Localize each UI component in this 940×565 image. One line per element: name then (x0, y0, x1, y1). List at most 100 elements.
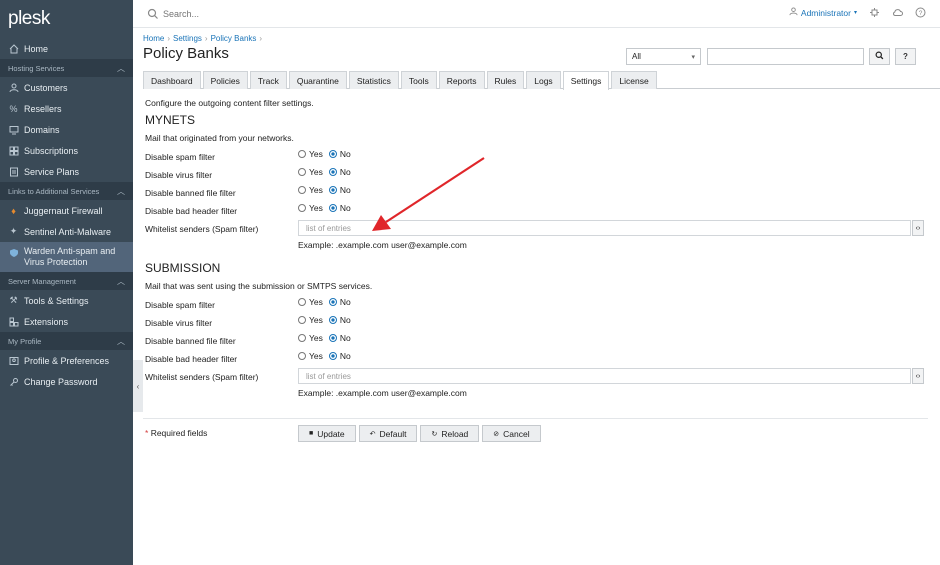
chevron-left-icon: ‹ (136, 381, 140, 391)
breadcrumb-home[interactable]: Home (143, 34, 164, 43)
field-label: Disable spam filter (145, 152, 215, 162)
sidebar-item-warden[interactable]: Warden Anti-spam and Virus Protection (0, 242, 133, 272)
radio-yes[interactable]: Yes (298, 351, 323, 361)
sidebar-item-profile-preferences[interactable]: Profile & Preferences (0, 350, 133, 371)
radio-label: Yes (309, 203, 323, 213)
sidebar-collapse-handle[interactable]: ‹ (133, 360, 143, 412)
radio-circle (298, 150, 306, 158)
breadcrumb-settings[interactable]: Settings (173, 34, 202, 43)
filter-input[interactable] (707, 48, 864, 65)
sidebar-item-label: Extensions (24, 316, 69, 327)
tab-dashboard[interactable]: Dashboard (143, 71, 201, 89)
sidebar-item-sentinel-anti-malware[interactable]: ✦ Sentinel Anti-Malware (0, 221, 133, 242)
chevron-up-icon: ︿ (117, 63, 125, 73)
tab-tools[interactable]: Tools (400, 71, 437, 89)
filter-select[interactable]: All ▾ (626, 48, 701, 65)
sidebar-item-tools-settings[interactable]: ⚒ Tools & Settings (0, 290, 133, 311)
search-icon (875, 51, 884, 62)
example-hint: Example: .example.com user@example.com (145, 238, 940, 252)
tab-settings[interactable]: Settings (562, 71, 610, 90)
tab-rules[interactable]: Rules (486, 71, 525, 89)
search-button[interactable] (869, 48, 890, 65)
button-label: Cancel (503, 428, 530, 439)
expand-icon: ‹› (915, 372, 921, 380)
radio-no[interactable]: No (328, 297, 351, 307)
expand-toggle-button[interactable]: ‹› (912, 368, 924, 384)
example-text: Example: .example.com user@example.com (298, 388, 467, 398)
tab-track[interactable]: Track (249, 71, 287, 89)
tab-quarantine[interactable]: Quarantine (288, 71, 347, 89)
radio-yes[interactable]: Yes (298, 297, 323, 307)
plesk-logo[interactable]: plesk (0, 0, 133, 38)
sidebar-item-home[interactable]: Home (0, 38, 133, 59)
help-icon[interactable]: ? (915, 7, 926, 18)
whitelist-input[interactable]: list of entries (298, 368, 911, 384)
sidebar-item-service-plans[interactable]: Service Plans (0, 161, 133, 182)
section-links-additional-services[interactable]: Links to Additional Services ︿ (0, 182, 133, 200)
help-button[interactable]: ? (895, 48, 916, 65)
whitelist-input[interactable]: list of entries (298, 220, 911, 236)
radio-no[interactable]: No (328, 333, 351, 343)
radio-label: No (339, 167, 351, 177)
field-label: Disable bad header filter (145, 206, 238, 216)
radio-yes[interactable]: Yes (298, 333, 323, 343)
radio-no[interactable]: No (328, 167, 351, 177)
radio-no[interactable]: No (328, 185, 351, 195)
radio-no[interactable]: No (328, 149, 351, 159)
sidebar-item-subscriptions[interactable]: Subscriptions (0, 140, 133, 161)
breadcrumb-separator: › (204, 34, 208, 43)
tab-statistics[interactable]: Statistics (348, 71, 399, 89)
tab-reports[interactable]: Reports (438, 71, 485, 89)
chevron-up-icon: ︿ (117, 186, 125, 196)
radio-group: Yes No (298, 315, 351, 325)
radio-label: Yes (309, 297, 323, 307)
radio-no[interactable]: No (328, 351, 351, 361)
form-row: Disable spam filter Yes No (145, 296, 940, 314)
sidebar-item-resellers[interactable]: % Resellers (0, 98, 133, 119)
radio-circle-selected (328, 298, 337, 306)
form-row-whitelist: Whitelist senders (Spam filter) list of … (145, 368, 940, 386)
radio-label: No (339, 315, 351, 325)
radio-no[interactable]: No (328, 203, 351, 213)
default-button[interactable]: ↶ Default (358, 425, 418, 442)
radio-yes[interactable]: Yes (298, 185, 323, 195)
radio-circle (298, 204, 306, 212)
radio-yes[interactable]: Yes (298, 167, 323, 177)
reload-button[interactable]: ↻ Reload (420, 425, 480, 442)
radio-label: Yes (309, 149, 323, 159)
cloud-icon[interactable] (892, 7, 903, 18)
section-server-management[interactable]: Server Management ︿ (0, 272, 133, 290)
tab-license[interactable]: License (611, 71, 657, 89)
sidebar-item-juggernaut-firewall[interactable]: ♦ Juggernaut Firewall (0, 200, 133, 221)
radio-no[interactable]: No (328, 315, 351, 325)
update-button[interactable]: ■ Update (298, 425, 356, 442)
radio-yes[interactable]: Yes (298, 149, 323, 159)
form-actions: ■ Update ↶ Default ↻ Reload ⊘ Cancel (298, 425, 541, 442)
user-menu[interactable]: Administrator ▾ (789, 7, 857, 18)
radio-group: Yes No (298, 203, 351, 213)
sidebar-item-customers[interactable]: Customers (0, 77, 133, 98)
plug-icon[interactable] (869, 7, 880, 18)
section-my-profile[interactable]: My Profile ︿ (0, 332, 133, 350)
radio-yes[interactable]: Yes (298, 203, 323, 213)
tab-logs[interactable]: Logs (526, 71, 561, 89)
search-icon (147, 8, 159, 20)
button-label: Reload (441, 428, 469, 439)
section-hosting-services[interactable]: Hosting Services ︿ (0, 59, 133, 77)
radio-group: Yes No (298, 167, 351, 177)
monitor-icon (8, 124, 19, 135)
search-input[interactable] (163, 8, 363, 19)
home-icon (8, 43, 19, 54)
radio-circle (298, 168, 306, 176)
cancel-button[interactable]: ⊘ Cancel (482, 425, 541, 442)
sidebar-item-extensions[interactable]: Extensions (0, 311, 133, 332)
sidebar-item-change-password[interactable]: Change Password (0, 371, 133, 392)
radio-yes[interactable]: Yes (298, 315, 323, 325)
breadcrumb-policy-banks[interactable]: Policy Banks (211, 34, 257, 43)
tab-policies[interactable]: Policies (202, 71, 248, 89)
sidebar-item-label: Customers (24, 82, 68, 93)
radio-circle-selected (328, 186, 337, 194)
sidebar-item-domains[interactable]: Domains (0, 119, 133, 140)
top-right-controls: Administrator ▾ ? (789, 7, 926, 18)
expand-toggle-button[interactable]: ‹› (912, 220, 924, 236)
